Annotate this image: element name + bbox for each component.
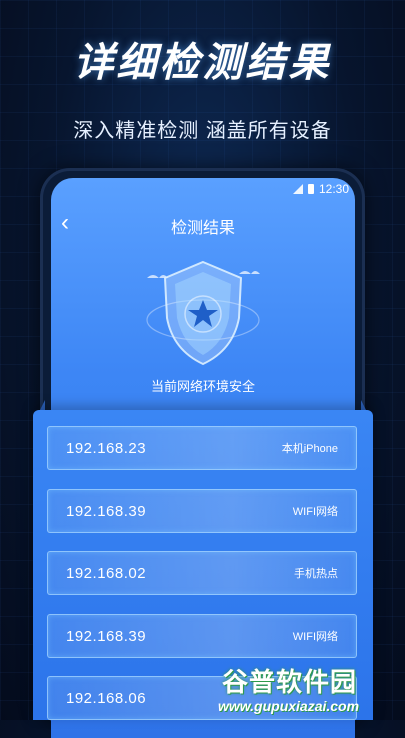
device-label: WIFI网络 — [292, 631, 338, 643]
shield-star-icon — [143, 258, 263, 368]
device-ip: 192.168.02 — [66, 564, 147, 582]
device-ip: 192.168.23 — [66, 439, 147, 457]
watermark-title: 谷普软件园 — [222, 667, 358, 697]
network-status-text: 当前网络环境安全 — [150, 379, 255, 394]
status-time: 12:30 — [318, 182, 349, 196]
device-row[interactable]: 192.168.02 手机热点 — [47, 551, 357, 595]
device-label: 本机iPhone — [281, 443, 338, 455]
promo-subtitle: 深入精准检测 涵盖所有设备 — [73, 120, 332, 142]
device-label: 手机热点 — [294, 568, 338, 580]
device-ip: 192.168.06 — [66, 689, 147, 707]
signal-icon — [292, 184, 303, 194]
promo-title: 详细检测结果 — [73, 41, 332, 85]
watermark-logo: 谷普软件园 www.gupuxiazai.com — [218, 662, 403, 720]
battery-icon — [307, 184, 314, 194]
watermark-url: www.gupuxiazai.com — [218, 698, 360, 714]
nav-title: 检测结果 — [170, 220, 235, 237]
device-row[interactable]: 192.168.23 本机iPhone — [47, 426, 357, 470]
device-ip: 192.168.39 — [66, 502, 147, 520]
device-row[interactable]: 192.168.39 WIFI网络 — [47, 489, 357, 533]
device-row[interactable]: 192.168.39 WIFI网络 — [47, 614, 357, 658]
status-bar: 12:30 — [292, 182, 349, 196]
device-label: WIFI网络 — [292, 506, 338, 518]
device-ip: 192.168.39 — [66, 627, 147, 645]
